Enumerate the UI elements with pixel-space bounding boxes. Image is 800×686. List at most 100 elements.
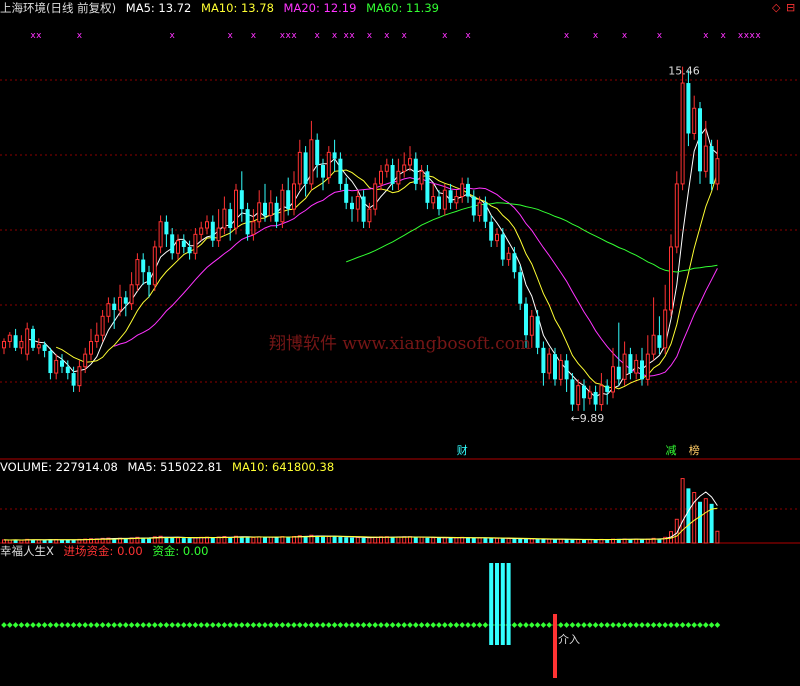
candle-body	[60, 360, 64, 367]
top-markers: xxxxxxxxxxxxxxxxxxxxxxxxxxxx	[30, 31, 761, 41]
indicator-dot	[586, 622, 593, 628]
candle-body	[698, 108, 702, 172]
candle-body	[640, 360, 644, 380]
candle-body	[529, 315, 534, 336]
indicator-dot	[291, 622, 297, 628]
indicator-dot	[244, 622, 251, 628]
candle-body	[413, 158, 418, 184]
volume-bar	[558, 538, 563, 544]
indicator-dot	[105, 622, 112, 628]
indicator-dot	[407, 622, 413, 628]
volume-bar	[500, 538, 505, 543]
candle-body	[454, 196, 459, 204]
indicator-dot	[262, 622, 268, 628]
indicator-header: 幸福人生X 进场资金: 0.00 资金: 0.00	[0, 543, 214, 559]
indicator-dot	[610, 622, 616, 628]
event-label: 财	[457, 443, 468, 457]
indicator-dot	[470, 622, 477, 628]
candle-body	[634, 359, 639, 374]
candle-body	[234, 189, 238, 229]
candle-body	[31, 328, 35, 348]
top-marker: x	[170, 31, 176, 41]
volume-header: VOLUME: 227914.08 MA5: 515022.81 MA10: 6…	[0, 459, 340, 475]
indicator-dot	[378, 622, 384, 628]
indicator-dot	[1, 622, 7, 628]
indicator-dot	[70, 622, 77, 628]
candle-body	[205, 221, 209, 229]
volume-bar	[315, 535, 320, 543]
candle-body	[239, 190, 244, 210]
indicator-dot	[581, 622, 587, 628]
indicator-panel[interactable]	[1, 563, 721, 678]
candle-body	[367, 208, 372, 223]
volume-bar	[390, 537, 395, 543]
indicator-dot	[575, 622, 582, 628]
volume-bar	[524, 539, 528, 543]
candle-body	[669, 246, 673, 311]
candle-body	[402, 164, 407, 172]
candle-body	[274, 202, 279, 222]
indicator-dot	[557, 622, 564, 628]
candle-body	[228, 209, 233, 229]
volume-ma5-value: MA5: 515022.81	[127, 460, 223, 474]
candle-body	[118, 296, 122, 311]
candle-body	[396, 170, 401, 185]
candle-body	[326, 151, 331, 179]
volume-bar	[431, 537, 436, 544]
indicator-dot	[6, 622, 13, 628]
volume-bar	[715, 530, 720, 544]
candle-body	[36, 344, 41, 349]
candle-body	[123, 297, 128, 304]
indicator-dot	[702, 622, 709, 628]
indicator-dot	[418, 622, 425, 628]
diamond-icon[interactable]: ◇	[772, 2, 780, 14]
candle-body	[611, 366, 615, 393]
candle-body	[89, 341, 93, 355]
indicator-dot	[621, 622, 628, 628]
candle-body	[553, 354, 557, 380]
candle-body	[645, 353, 650, 380]
indicator-dot	[24, 622, 31, 628]
indicator-dot	[134, 622, 141, 628]
indicator-dot	[163, 622, 170, 628]
indicator-dot	[569, 622, 576, 628]
volume-bars[interactable]	[2, 478, 720, 544]
candle-body	[616, 366, 621, 380]
indicator-dot	[697, 622, 703, 628]
chart-svg[interactable]: xxxxxxxxxxxxxxxxxxxxxxxxxxxx 15.46←9.89财…	[0, 0, 800, 682]
candle-body	[129, 284, 134, 305]
indicator-dot	[41, 622, 48, 628]
indicator-dot	[354, 622, 361, 628]
indicator-dot	[215, 622, 222, 628]
indicator-dot	[383, 622, 390, 628]
candle-body	[7, 334, 12, 343]
fund-bar	[489, 563, 494, 645]
watermark: 翔博软件 www.xiangbosoft.com	[269, 334, 531, 354]
volume-bar	[471, 538, 476, 543]
indicator-dot	[122, 622, 129, 628]
indicator-dot	[337, 622, 344, 628]
indicator-dot	[198, 622, 205, 628]
candle-body	[674, 183, 679, 248]
candle-body	[83, 353, 88, 368]
candle-body	[245, 209, 250, 235]
indicator-dot	[395, 622, 402, 628]
collapse-icon[interactable]: ⊟	[786, 2, 795, 14]
candle-body	[390, 165, 395, 184]
candle-body	[303, 152, 308, 184]
candle-body	[292, 183, 296, 210]
candle-series[interactable]	[2, 66, 720, 411]
indicator-dot	[401, 622, 408, 628]
indicator-dot	[12, 622, 19, 628]
indicator-dot	[53, 622, 60, 628]
indicator-dot	[35, 622, 42, 628]
indicator-dot	[169, 622, 176, 628]
top-marker: x	[367, 31, 373, 41]
stock-chart[interactable]: xxxxxxxxxxxxxxxxxxxxxxxxxxxx 15.46 ←9.89 财…	[0, 0, 800, 682]
candle-body	[350, 202, 354, 210]
candle-body	[94, 334, 99, 343]
volume-ma10-value: MA10: 641800.38	[232, 460, 335, 474]
top-marker: x	[291, 31, 297, 41]
indicator-dot	[639, 622, 645, 628]
indicator-dot	[273, 622, 280, 628]
